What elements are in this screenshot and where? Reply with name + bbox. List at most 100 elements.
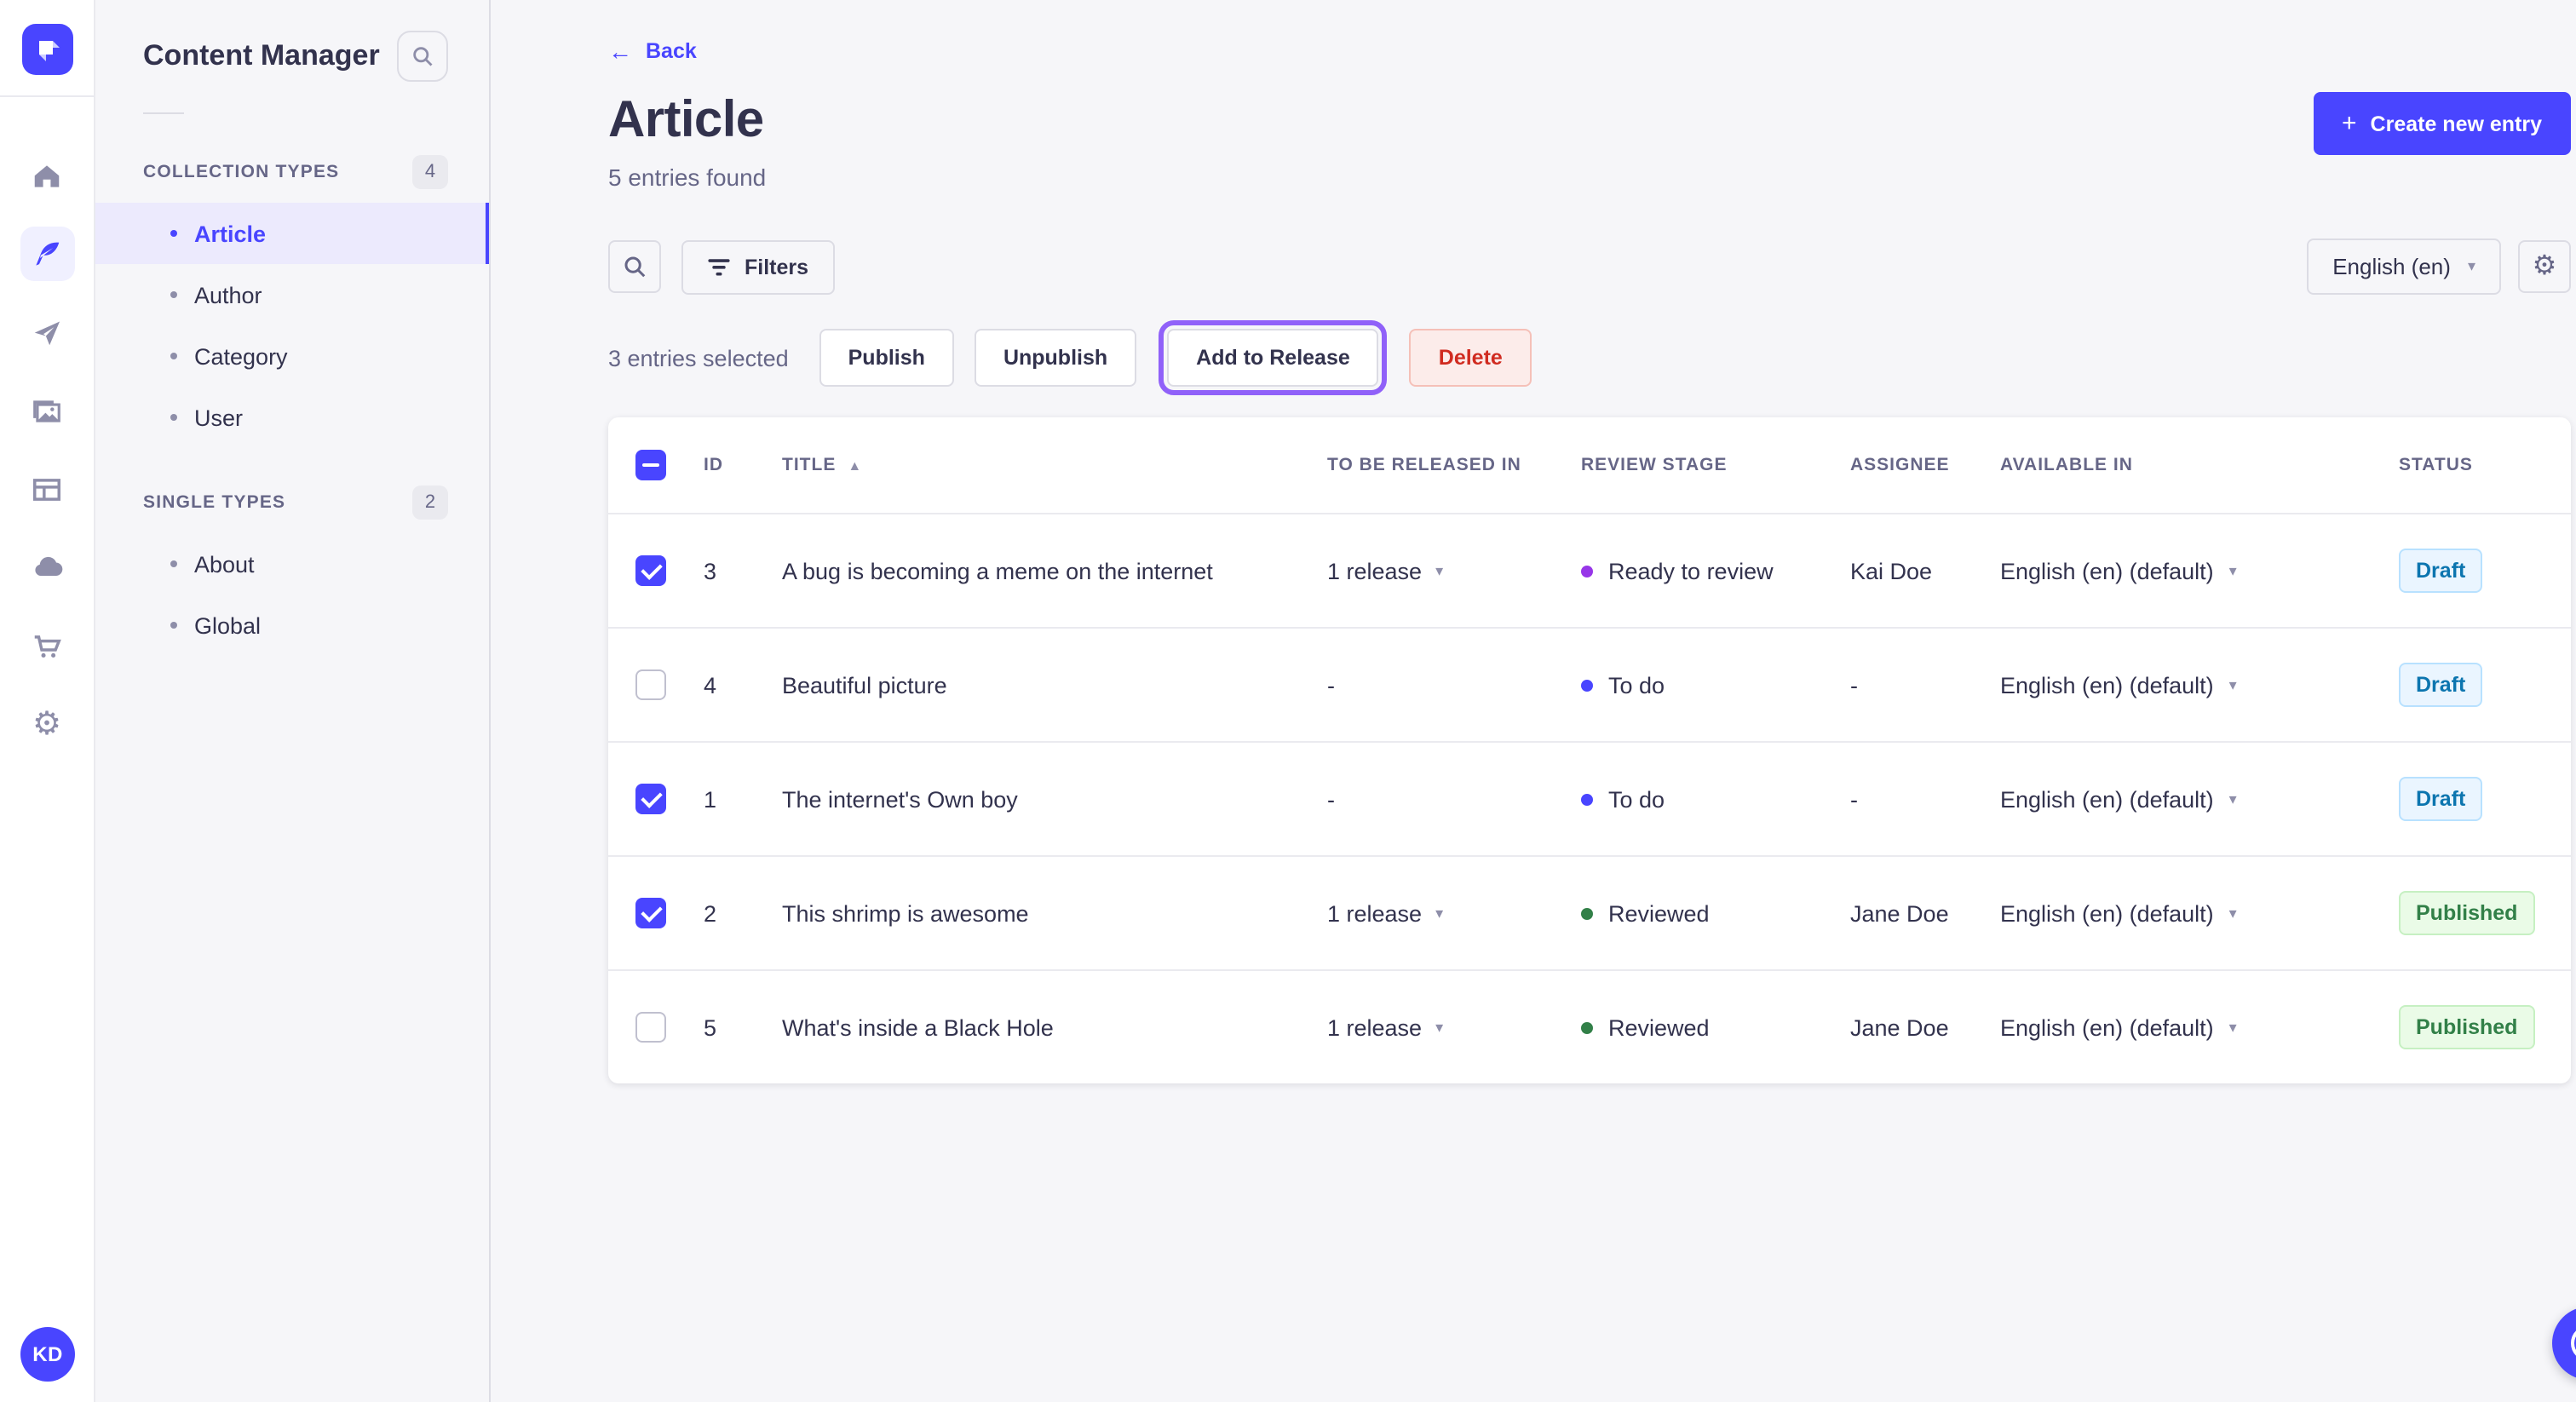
cell-available-in-dropdown[interactable]: English (en) (default) ▾ [2000,672,2399,698]
stage-label: Ready to review [1608,558,1774,583]
sidebar-item-author[interactable]: Author [95,264,489,325]
stage-label: To do [1608,672,1665,698]
column-header-review-stage: REVIEW STAGE [1581,455,1728,475]
cell-id: 2 [704,900,717,926]
status-badge: Draft [2399,663,2483,707]
sidebar-item-about[interactable]: About [95,533,489,595]
status-badge: Draft [2399,777,2483,821]
column-header-assignee: ASSIGNEE [1850,455,1950,475]
row-checkbox[interactable] [635,1012,666,1043]
sidebar-item-article[interactable]: Article [95,203,489,264]
available-value: English (en) (default) [2000,672,2214,698]
cell-available-in-dropdown[interactable]: English (en) (default) ▾ [2000,786,2399,812]
publish-button[interactable]: Publish [819,329,954,387]
row-checkbox[interactable] [635,669,666,700]
chevron-down-icon: ▾ [2228,675,2237,692]
content-manager-subnav: Content Manager COLLECTION TYPES 4 Artic… [95,0,491,1402]
subnav-search-button[interactable] [397,31,448,82]
cell-title: The internet's Own boy [782,786,1018,812]
available-value: English (en) (default) [2000,900,2214,926]
sidebar-item-global[interactable]: Global [95,595,489,656]
user-avatar[interactable]: KD [20,1327,75,1382]
sidebar-item-label: Category [194,343,288,369]
row-checkbox[interactable] [635,555,666,586]
cell-available-in-dropdown[interactable]: English (en) (default) ▾ [2000,558,2399,583]
stage-label: Reviewed [1608,900,1710,926]
subnav-title: Content Manager [143,39,380,72]
chevron-down-icon: ▾ [2228,1018,2237,1035]
table-row[interactable]: 4 Beautiful picture - To do - English (e… [608,627,2571,741]
bullet-icon [170,353,177,359]
cell-available-in-dropdown[interactable]: English (en) (default) ▾ [2000,1014,2399,1040]
cell-id: 4 [704,672,717,698]
cell-release-dropdown[interactable]: 1 release ▾ [1327,1014,1581,1040]
rail-item-home[interactable] [20,148,74,203]
cell-assignee: Jane Doe [1850,900,1949,926]
unpublish-button[interactable]: Unpublish [974,329,1137,387]
main-content: ← Back Article 5 entries found + Create … [491,0,2576,1402]
cell-review-stage: Reviewed [1581,1014,1850,1040]
table-row[interactable]: 1 The internet's Own boy - To do - Engli… [608,741,2571,855]
section-label: SINGLE TYPES [143,492,286,513]
available-value: English (en) (default) [2000,1014,2214,1040]
stage-dot-icon [1581,565,1593,577]
back-label: Back [646,39,697,63]
row-checkbox[interactable] [635,784,666,814]
strapi-logo[interactable] [21,24,72,75]
rail-item-releases[interactable] [20,305,74,359]
status-badge: Draft [2399,549,2483,593]
create-new-entry-button[interactable]: + Create new entry [2313,92,2571,155]
rail-item-deploy[interactable] [20,540,74,595]
column-header-title[interactable]: TITLE ▲ [782,455,1327,475]
cart-icon [34,635,61,657]
cell-available-in-dropdown[interactable]: English (en) (default) ▾ [2000,900,2399,926]
help-button[interactable]: ? [2552,1307,2576,1380]
add-to-release-button[interactable]: Add to Release [1159,320,1388,395]
view-settings-button[interactable]: ⚙ [2518,240,2571,293]
bullet-icon [170,291,177,298]
strapi-logo-icon [38,41,59,61]
chevron-down-icon: ▾ [2228,561,2237,578]
column-header-status: STATUS [2399,455,2473,475]
back-link[interactable]: ← Back [608,37,697,65]
images-icon [33,399,60,422]
cell-title: What's inside a Black Hole [782,1014,1054,1040]
sort-asc-icon: ▲ [848,457,863,473]
rail-divider [0,95,95,97]
bullet-icon [170,230,177,237]
bullet-icon [170,414,177,421]
cell-id: 5 [704,1014,717,1040]
gear-icon: ⚙ [32,706,62,742]
cell-review-stage: Ready to review [1581,558,1850,583]
search-entries-button[interactable] [608,240,661,293]
stage-label: To do [1608,786,1665,812]
delete-button[interactable]: Delete [1409,329,1532,387]
rail-item-media-library[interactable] [20,383,74,438]
stage-dot-icon [1581,679,1593,691]
sidebar-item-user[interactable]: User [95,387,489,448]
cell-release-dropdown[interactable]: 1 release ▾ [1327,558,1581,583]
release-value: 1 release [1327,558,1423,583]
locale-select[interactable]: English (en) ▾ [2307,238,2501,295]
table-row[interactable]: 3 A bug is becoming a meme on the intern… [608,513,2571,627]
feather-pen-icon [36,241,60,265]
table-row[interactable]: 5 What's inside a Black Hole 1 release ▾… [608,969,2571,1083]
rail-item-content-type-builder[interactable] [20,462,74,516]
cell-release-dropdown[interactable]: 1 release ▾ [1327,900,1581,926]
chevron-down-icon: ▾ [1435,1018,1444,1035]
filters-button[interactable]: Filters [681,239,835,294]
chevron-down-icon: ▾ [2228,790,2237,807]
section-label: COLLECTION TYPES [143,162,340,182]
row-checkbox[interactable] [635,898,666,928]
select-all-checkbox[interactable] [635,450,666,480]
search-icon [624,256,646,278]
sidebar-item-label: About [194,551,255,577]
rail-item-marketplace[interactable] [20,618,74,673]
table-row[interactable]: 2 This shrimp is awesome 1 release ▾ Rev… [608,855,2571,969]
rail-item-content-manager[interactable] [20,227,74,281]
sidebar-item-category[interactable]: Category [95,325,489,387]
entries-table: ID TITLE ▲ TO BE RELEASED IN REVIEW STAG… [608,417,2571,1083]
rail-item-settings[interactable]: ⚙ [20,697,74,751]
subnav-divider [143,112,184,114]
paper-plane-icon [34,320,60,345]
